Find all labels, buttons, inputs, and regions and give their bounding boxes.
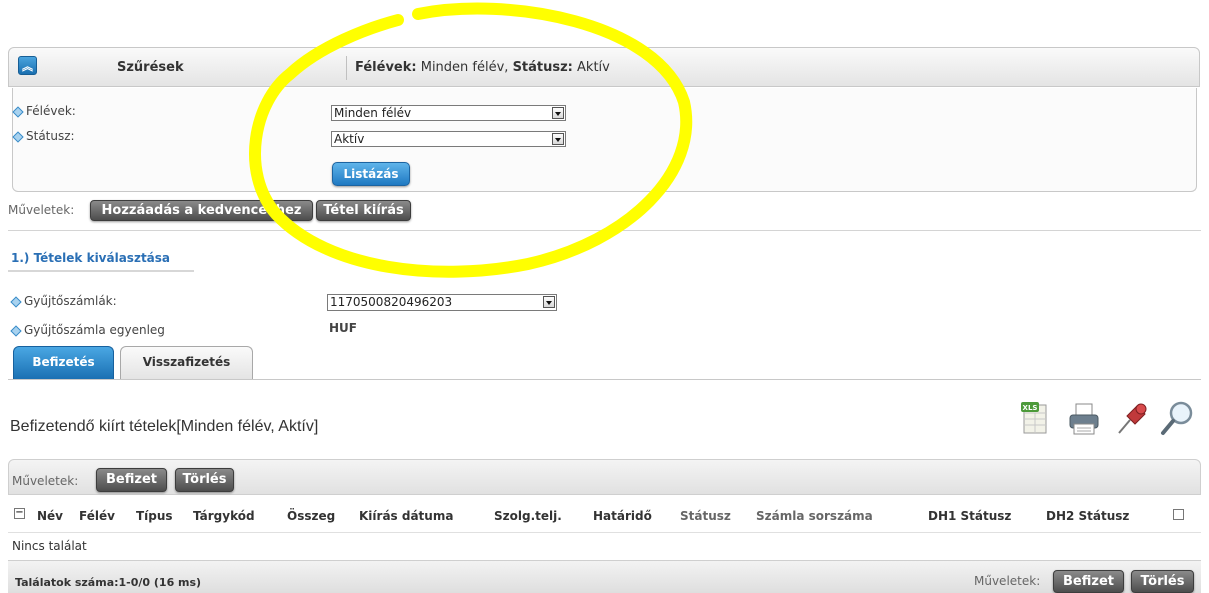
chevron-down-icon[interactable] <box>543 296 555 308</box>
column-header-name[interactable]: Név <box>37 509 63 523</box>
tab-payment[interactable]: Befizetés <box>13 346 114 379</box>
column-header-amount[interactable]: Összeg <box>287 509 335 523</box>
pay-button[interactable]: Befizet <box>96 468 167 492</box>
collapse-all-icon[interactable]: − <box>14 508 25 519</box>
section-underline <box>8 270 194 272</box>
tab-divider <box>8 379 1201 380</box>
empty-message: Nincs találat <box>12 539 87 553</box>
select-all-checkbox[interactable] <box>1173 509 1184 520</box>
column-header-status[interactable]: Státusz <box>680 509 731 523</box>
balance-label: Gyűjtőszámla egyenleg <box>11 323 165 337</box>
header-divider-line <box>8 532 1201 533</box>
tab-refund[interactable]: Visszafizetés <box>120 346 253 379</box>
bullet-icon <box>11 326 20 335</box>
column-header-type[interactable]: Típus <box>136 509 173 523</box>
bullet-icon <box>13 107 22 116</box>
status-label: Státusz: <box>13 129 75 143</box>
operations-label: Műveletek: <box>8 203 75 217</box>
grid-operations-label: Műveletek: <box>12 474 79 488</box>
pin-icon[interactable] <box>1115 400 1149 436</box>
column-header-service-date[interactable]: Szolg.telj. <box>494 509 562 523</box>
bullet-icon <box>11 297 20 306</box>
column-header-dh2-status[interactable]: DH2 Státusz <box>1046 509 1129 523</box>
column-header-subject-code[interactable]: Tárgykód <box>193 509 255 523</box>
excel-export-icon[interactable]: XLS <box>1020 401 1050 435</box>
section-title: 1.) Tételek kiválasztása <box>11 251 171 265</box>
search-icon[interactable] <box>1160 400 1194 436</box>
bullet-icon <box>13 132 22 141</box>
list-title: Befizetendő kiírt tételek[Minden félév, … <box>10 418 319 435</box>
column-header-semester[interactable]: Félév <box>79 509 115 523</box>
account-label: Gyűjtőszámlák: <box>11 294 117 308</box>
account-select[interactable]: 1170500820496203 <box>327 294 557 311</box>
filter-title: Szűrések <box>117 60 184 75</box>
balance-value: HUF <box>329 321 357 335</box>
result-count: Találatok száma:1-0/0 (16 ms) <box>15 576 202 589</box>
footer-operations-label: Műveletek: <box>974 574 1041 588</box>
svg-text:XLS: XLS <box>1023 404 1038 412</box>
collapse-icon[interactable]: ︽ <box>18 56 37 75</box>
delete-button[interactable]: Törlés <box>175 468 234 492</box>
semester-label: Félévek: <box>13 104 76 118</box>
footer-delete-button[interactable]: Törlés <box>1131 570 1194 593</box>
print-icon[interactable] <box>1067 402 1101 436</box>
column-header-dh1-status[interactable]: DH1 Státusz <box>928 509 1011 523</box>
column-header-deadline[interactable]: Határidő <box>593 509 652 523</box>
highlight-annotation <box>249 2 693 278</box>
footer-pay-button[interactable]: Befizet <box>1053 570 1124 593</box>
column-header-invoice-number[interactable]: Számla sorszáma <box>756 509 873 523</box>
column-header-issue-date[interactable]: Kiírás dátuma <box>359 509 453 523</box>
